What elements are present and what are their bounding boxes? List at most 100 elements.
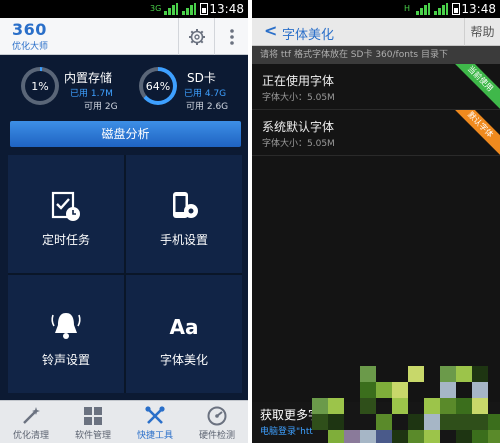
nav-quick-tools[interactable]: 快捷工具 bbox=[124, 401, 186, 443]
mosaic-tile bbox=[328, 414, 344, 430]
mosaic-tile bbox=[408, 430, 424, 443]
font-size: 字体大小：5.05M bbox=[262, 139, 335, 149]
tool-scheduled-task[interactable]: 定时任务 bbox=[8, 155, 124, 273]
data-arrow-icon: H bbox=[404, 4, 411, 13]
page-title: 字体美化 bbox=[282, 28, 335, 43]
app-header: < 字体美化 帮助 bbox=[252, 18, 500, 46]
nav-hardware-check[interactable]: 硬件检测 bbox=[186, 401, 248, 443]
logo-subtitle: 优化大师 bbox=[12, 42, 49, 52]
internal-storage-percent: 1% bbox=[31, 79, 49, 93]
battery-icon bbox=[200, 3, 208, 15]
tools-grid: 定时任务 手机设置 铃声设置 Aa 字体美化 bbox=[8, 155, 242, 393]
signal-bars-icon bbox=[416, 3, 430, 15]
tool-label: 铃声设置 bbox=[41, 353, 90, 367]
mosaic-tile bbox=[472, 430, 488, 443]
mosaic-tile bbox=[424, 398, 440, 414]
internal-storage-used: 已用 1.7M bbox=[70, 89, 113, 99]
mosaic-tile bbox=[312, 414, 328, 430]
pc-login-link[interactable]: 电脑登录"htt bbox=[260, 424, 313, 437]
back-chevron-icon[interactable]: < bbox=[264, 21, 277, 40]
mosaic-tile bbox=[376, 430, 392, 443]
mosaic-tile bbox=[440, 398, 456, 414]
get-more-fonts-text: 获取更多字 bbox=[260, 408, 321, 422]
mosaic-tile bbox=[360, 398, 376, 414]
default-font-badge: 默认字体 bbox=[446, 110, 500, 155]
scheduled-task-icon bbox=[51, 191, 80, 221]
internal-storage-title: 内置存储 bbox=[64, 71, 113, 85]
data-arrow-icon: 3G bbox=[150, 4, 162, 13]
signal-bars-2-icon bbox=[182, 3, 196, 15]
current-font-badge: 当前使用 bbox=[446, 64, 500, 109]
sd-card-percent: 64% bbox=[145, 79, 171, 93]
mosaic-tile bbox=[440, 414, 456, 430]
font-beautify-screen: H 13:48 < 字体美化 帮助 请将 ttf 格式字体放在 SD卡 360/… bbox=[252, 0, 500, 443]
font-name: 正在使用字体 bbox=[262, 74, 335, 88]
mosaic-tile bbox=[472, 366, 488, 382]
sd-card-used: 已用 4.7G bbox=[184, 89, 227, 99]
status-time: 13:48 bbox=[461, 2, 496, 16]
tool-ringtone-settings[interactable]: 铃声设置 bbox=[8, 275, 124, 393]
mosaic-tile bbox=[488, 430, 500, 443]
internal-storage-free: 可用 2G bbox=[84, 102, 118, 112]
tool-label: 字体美化 bbox=[159, 353, 208, 367]
sd-card-title: SD卡 bbox=[187, 71, 216, 85]
mosaic-tile bbox=[456, 414, 472, 430]
signal-bars-2-icon bbox=[434, 3, 448, 15]
pixelated-advert-image bbox=[312, 366, 500, 443]
mosaic-tile bbox=[344, 430, 360, 443]
app-header: 360 优化大师 bbox=[0, 18, 248, 55]
internal-storage-ring: 1% bbox=[21, 67, 59, 105]
bottom-navigation: 优化清理 软件管理 快捷工具 硬件检测 bbox=[0, 400, 248, 443]
signal-bars-icon bbox=[164, 3, 178, 15]
nav-label: 硬件检测 bbox=[198, 431, 235, 441]
nav-software-manage[interactable]: 软件管理 bbox=[62, 401, 124, 443]
nav-label: 软件管理 bbox=[74, 431, 111, 441]
storage-panel: 1% 内置存储 已用 1.7M 可用 2G 64% SD卡 已用 4.7G 可用… bbox=[0, 56, 248, 120]
tool-phone-settings[interactable]: 手机设置 bbox=[126, 155, 242, 273]
settings-button[interactable] bbox=[178, 18, 214, 55]
tool-label: 手机设置 bbox=[159, 233, 208, 247]
battery-icon bbox=[452, 3, 460, 15]
mosaic-tile bbox=[456, 366, 472, 382]
mosaic-tile bbox=[472, 398, 488, 414]
nav-label: 优化清理 bbox=[12, 431, 49, 441]
mosaic-tile bbox=[376, 382, 392, 398]
mosaic-tile bbox=[440, 366, 456, 382]
mosaic-tile bbox=[408, 414, 424, 430]
grid-divider bbox=[8, 273, 242, 275]
sd-card-free: 可用 2.6G bbox=[186, 102, 229, 112]
bell-icon bbox=[51, 313, 81, 339]
help-button[interactable]: 帮助 bbox=[464, 18, 500, 46]
mosaic-tile bbox=[376, 414, 392, 430]
mosaic-tile bbox=[456, 398, 472, 414]
nav-optimize-clean[interactable]: 优化清理 bbox=[0, 401, 62, 443]
overflow-menu-button[interactable] bbox=[214, 18, 248, 55]
app-grid-icon bbox=[84, 407, 102, 425]
logo-number: 360 bbox=[12, 20, 47, 39]
mosaic-tile bbox=[328, 430, 344, 443]
tool-font-beautify[interactable]: Aa 字体美化 bbox=[126, 275, 242, 393]
nav-label: 快捷工具 bbox=[136, 431, 173, 441]
mosaic-tile bbox=[360, 382, 376, 398]
mosaic-tile bbox=[360, 430, 376, 443]
disk-analysis-button[interactable]: 磁盘分析 bbox=[10, 121, 241, 147]
mosaic-tile bbox=[392, 382, 408, 398]
font-item-current[interactable]: 正在使用字体 字体大小：5.05M 当前使用 bbox=[252, 64, 500, 110]
font-name: 系统默认字体 bbox=[262, 120, 335, 134]
mosaic-tile bbox=[424, 414, 440, 430]
status-time: 13:48 bbox=[209, 2, 244, 16]
more-vertical-icon bbox=[229, 28, 234, 45]
status-bar: H 13:48 bbox=[252, 0, 500, 18]
optimizer-screen: 3G 13:48 360 优化大师 1% 内置存储 已用 1.7M 可用 2G … bbox=[0, 0, 248, 443]
font-aa-icon: Aa bbox=[170, 315, 199, 339]
font-item-default[interactable]: 系统默认字体 字体大小：5.05M 默认字体 bbox=[252, 110, 500, 156]
mosaic-tile bbox=[472, 414, 488, 430]
mosaic-tile bbox=[424, 430, 440, 443]
mosaic-tile bbox=[312, 398, 328, 414]
mosaic-tile bbox=[472, 382, 488, 398]
font-size: 字体大小：5.05M bbox=[262, 93, 335, 103]
mosaic-tile bbox=[456, 430, 472, 443]
tools-wrench-icon bbox=[145, 406, 165, 424]
sd-card-ring: 64% bbox=[139, 67, 177, 105]
mosaic-tile bbox=[440, 382, 456, 398]
